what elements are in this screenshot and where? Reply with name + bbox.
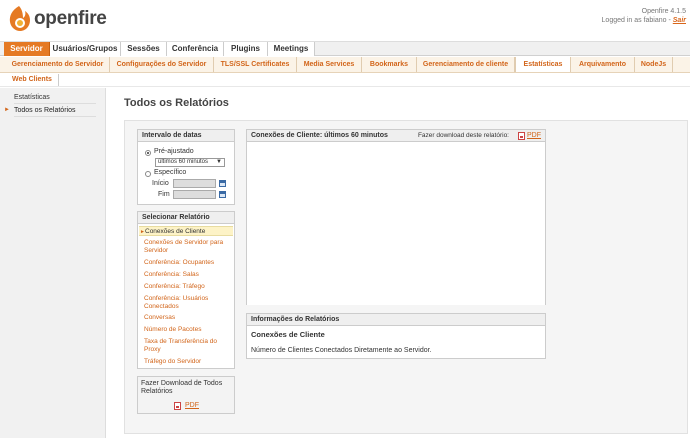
specific-radio[interactable] xyxy=(145,171,151,177)
report-item-conexoes-servidor[interactable]: Conexões de Servidor para Servidor xyxy=(144,239,230,255)
tab-sessoes[interactable]: Sessões xyxy=(121,42,167,56)
date-range-title: Intervalo de datas xyxy=(138,130,234,142)
pdf-icon[interactable] xyxy=(518,132,525,140)
report-item-taxa-proxy[interactable]: Taxa de Transferência do Proxy xyxy=(144,338,230,354)
report-item-conferencia-salas[interactable]: Conferência: Salas xyxy=(144,271,230,279)
active-arrow-icon: ► xyxy=(140,229,145,235)
user-info: Logged in as fabiano - Sair xyxy=(602,17,686,24)
subtab-bookmarks[interactable]: Bookmarks xyxy=(362,57,417,72)
calendar-icon[interactable] xyxy=(219,180,226,187)
report-item-conferencia-trafego[interactable]: Conferência: Tráfego xyxy=(144,283,230,291)
main-tabs: Servidor Usuários/Grupos Sessões Conferê… xyxy=(0,41,690,56)
subtab-gerenciamento-servidor[interactable]: Gerenciamento do Servidor xyxy=(6,57,110,72)
tab-usuarios-grupos[interactable]: Usuários/Grupos xyxy=(50,42,121,56)
subtab-tls-ssl[interactable]: TLS/SSL Certificates xyxy=(214,57,297,72)
report-item-label: Conexões de Cliente xyxy=(145,228,206,235)
pdf-icon[interactable] xyxy=(174,402,181,410)
preset-label: Pré-ajustado xyxy=(154,148,194,155)
download-report-label: Fazer download deste relatório: xyxy=(417,132,509,139)
subtab-media-services[interactable]: Media Services xyxy=(297,57,362,72)
calendar-icon[interactable] xyxy=(219,191,226,198)
active-arrow-icon: ► xyxy=(4,107,10,113)
report-chart-canvas xyxy=(247,143,545,305)
start-date-input[interactable] xyxy=(173,179,216,188)
subtab-arquivamento[interactable]: Arquivamento xyxy=(571,57,635,72)
sub-tabs: Gerenciamento do Servidor Configurações … xyxy=(0,57,690,73)
report-chart-title: Conexões de Cliente: últimos 60 minutos xyxy=(251,132,388,139)
report-item-conferencia-ocupantes[interactable]: Conferência: Ocupantes xyxy=(144,259,230,267)
preset-select[interactable]: últimos 60 minutos ▼ xyxy=(155,158,225,167)
specific-label: Específico xyxy=(154,169,187,176)
tab-conferencia[interactable]: Conferência xyxy=(167,42,224,56)
download-all-panel: Fazer Download de Todos Relatórios PDF xyxy=(137,376,235,414)
preset-radio[interactable] xyxy=(145,150,151,156)
download-all-pdf-link[interactable]: PDF xyxy=(185,402,199,409)
tab-web-clients[interactable]: Web Clients xyxy=(12,74,59,86)
preset-select-value: últimos 60 minutos xyxy=(158,159,209,165)
report-info-description: Número de Clientes Conectados Diretament… xyxy=(251,347,432,354)
logout-link[interactable]: Sair xyxy=(673,17,686,24)
report-item-conexoes-cliente[interactable]: ► Conexões de Cliente xyxy=(139,226,233,236)
version-label: Openfire 4.1.5 xyxy=(641,8,686,15)
report-item-trafego-servidor[interactable]: Tráfego do Servidor xyxy=(144,358,230,366)
header: openfire Openfire 4.1.5 Logged in as fab… xyxy=(0,0,690,41)
date-range-panel: Intervalo de datas Pré-ajustado últimos … xyxy=(137,129,235,205)
subtab-nodejs[interactable]: NodeJs xyxy=(635,57,673,72)
report-item-conversas[interactable]: Conversas xyxy=(144,314,230,322)
report-chart-header: Conexões de Cliente: últimos 60 minutos … xyxy=(247,130,545,142)
download-report-pdf-link[interactable]: PDF xyxy=(527,130,541,142)
report-chart-panel: Conexões de Cliente: últimos 60 minutos … xyxy=(246,129,546,305)
tab-meetings[interactable]: Meetings xyxy=(268,42,315,56)
end-label: Fim xyxy=(158,191,170,198)
subtab-gerenciamento-cliente[interactable]: Gerenciamento de cliente xyxy=(417,57,515,72)
content-area: Intervalo de datas Pré-ajustado últimos … xyxy=(124,120,688,434)
sidebar-item-estatisticas[interactable]: Estatísticas xyxy=(14,91,96,104)
report-select-title: Selecionar Relatório xyxy=(138,212,234,224)
download-all-title: Fazer Download de Todos Relatórios xyxy=(141,380,223,395)
openfire-logo-icon xyxy=(9,6,30,31)
subtab-configuracoes-servidor[interactable]: Configurações do Servidor xyxy=(110,57,214,72)
sidebar-item-todos-relatorios[interactable]: Todos os Relatórios xyxy=(14,104,96,117)
report-info-title: Informações do Relatórios xyxy=(247,314,545,326)
report-info-panel: Informações do Relatórios Conexões de Cl… xyxy=(246,313,546,359)
report-item-conferencia-usuarios[interactable]: Conferência: Usuários Conectados xyxy=(144,295,230,311)
page-title: Todos os Relatórios xyxy=(124,97,229,109)
third-tabs: Web Clients xyxy=(0,73,690,87)
sidebar: Estatísticas ► Todos os Relatórios xyxy=(0,88,106,438)
end-date-input[interactable] xyxy=(173,190,216,199)
chevron-down-icon: ▼ xyxy=(216,159,222,165)
report-item-numero-pacotes[interactable]: Número de Pacotes xyxy=(144,326,230,334)
app-name: openfire xyxy=(34,8,107,29)
report-info-name: Conexões de Cliente xyxy=(251,330,325,339)
logged-in-label: Logged in as fabiano - xyxy=(601,17,671,24)
tab-servidor[interactable]: Servidor xyxy=(4,42,50,56)
subtab-estatisticas[interactable]: Estatísticas xyxy=(515,57,571,72)
tab-plugins[interactable]: Plugins xyxy=(224,42,268,56)
start-label: Início xyxy=(152,180,169,187)
report-select-panel: Selecionar Relatório ► Conexões de Clien… xyxy=(137,211,235,369)
